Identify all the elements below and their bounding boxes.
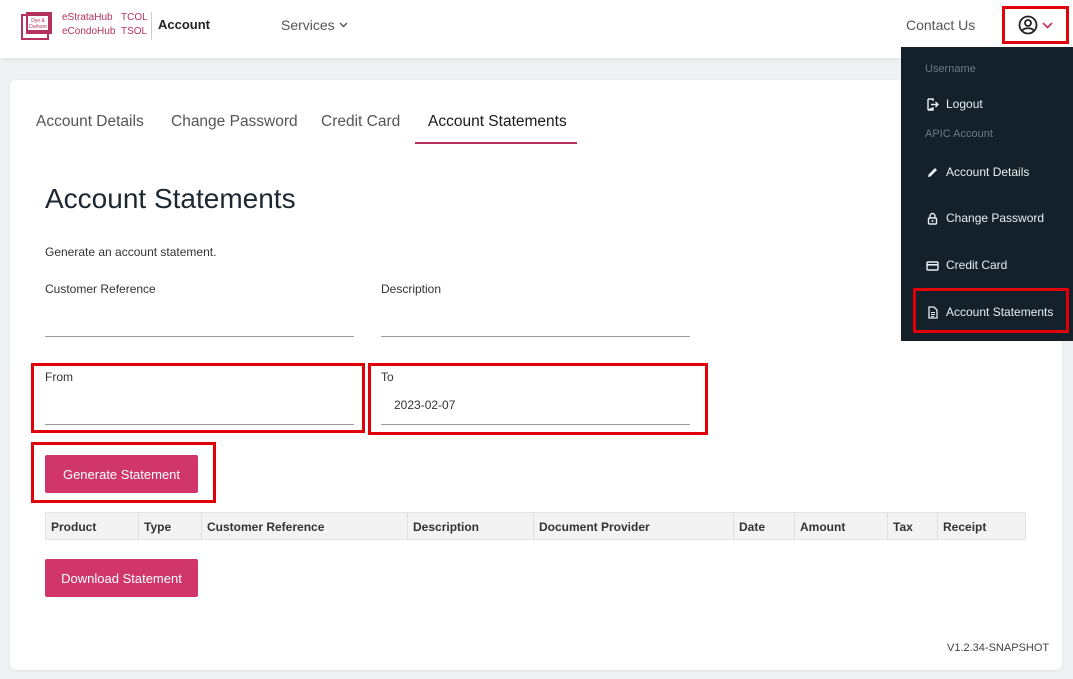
logo-code-1: TCOL [121,12,148,23]
dropdown-username-label: Username [925,63,976,75]
user-circle-icon [1018,15,1038,35]
dropdown-item-label: Credit Card [946,258,1008,272]
logo-icon[interactable]: Dye & Durham [20,11,54,41]
generate-statement-button[interactable]: Generate Statement [45,455,198,493]
column-header-product[interactable]: Product [51,520,96,534]
logo-line-1: eStrataHub [62,12,113,23]
column-separator [533,513,534,539]
customer-reference-input[interactable] [45,312,354,334]
column-separator [138,513,139,539]
page-description: Generate an account statement. [45,245,217,259]
page-title: Account Statements [45,183,296,214]
column-header-customer-reference[interactable]: Customer Reference [207,520,324,534]
column-separator [733,513,734,539]
description-underline [381,336,690,337]
logo-divider [151,12,152,40]
column-header-date[interactable]: Date [739,520,765,534]
column-header-description[interactable]: Description [413,520,479,534]
description-input[interactable] [381,312,690,334]
from-label: From [45,370,73,384]
statements-table-header: Product Type Customer Reference Descript… [45,512,1026,540]
dropdown-item-account-details[interactable]: Account Details [926,165,1029,179]
column-separator [887,513,888,539]
download-statement-button[interactable]: Download Statement [45,559,198,597]
logo-code-2: TSOL [121,26,148,37]
pencil-icon [928,167,937,177]
to-underline [381,424,690,425]
logout-label: Logout [946,97,983,111]
tab-credit-card[interactable]: Credit Card [321,113,400,131]
lock-icon [927,212,938,225]
version-label: V1.2.34-SNAPSHOT [947,642,1050,654]
column-separator [407,513,408,539]
dropdown-item-label: Change Password [946,211,1045,225]
column-header-tax[interactable]: Tax [893,520,913,534]
logout-menu-item[interactable]: Logout [926,97,983,111]
logo-line-2: eCondoHub [62,26,116,37]
column-header-amount[interactable]: Amount [800,520,845,534]
logo-code-text: TCOL TSOL [121,11,148,39]
column-header-receipt[interactable]: Receipt [943,520,986,534]
chevron-down-icon [1042,21,1053,29]
user-menu-toggle[interactable] [1002,6,1069,44]
document-icon [928,305,938,319]
column-separator [937,513,938,539]
description-label: Description [381,282,442,296]
dropdown-item-change-password[interactable]: Change Password [926,211,1044,225]
tab-account-statements[interactable]: Account Statements [428,113,567,131]
column-header-document-provider[interactable]: Document Provider [539,520,650,534]
chevron-down-icon [339,22,348,28]
tab-change-password[interactable]: Change Password [171,113,298,131]
dropdown-item-account-statements[interactable]: Account Statements [926,305,1053,319]
services-menu[interactable]: Services [281,17,348,33]
tab-account-details[interactable]: Account Details [36,113,144,131]
from-date-input[interactable] [45,398,354,420]
customer-reference-underline [45,336,354,337]
logo-hub-text: eStrataHub eCondoHub [62,11,115,39]
dropdown-section-label: APIC Account [925,128,993,140]
column-separator [794,513,795,539]
logout-icon [927,97,939,111]
services-label: Services [281,17,335,33]
credit-card-icon [926,260,939,271]
svg-text:Durham: Durham [29,24,47,30]
dropdown-item-credit-card[interactable]: Credit Card [926,258,1007,272]
dropdown-item-label: Account Statements [946,305,1054,319]
contact-us-link[interactable]: Contact Us [906,17,975,33]
column-header-type[interactable]: Type [144,520,171,534]
app-title: Account [158,17,210,32]
from-underline [45,424,354,425]
customer-reference-label: Customer Reference [45,282,156,296]
to-date-input[interactable]: 2023-02-07 [394,398,455,412]
active-tab-indicator [415,142,577,144]
to-label: To [381,370,394,384]
dropdown-item-label: Account Details [946,165,1030,179]
column-separator [201,513,202,539]
